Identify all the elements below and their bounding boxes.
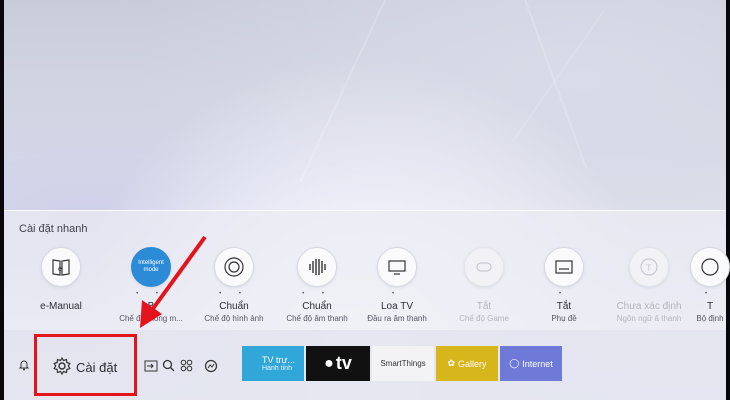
svg-text:e: e [58, 266, 62, 273]
apple-logo-icon: ● [324, 354, 334, 372]
sound-mode-icon [297, 247, 337, 287]
notification-bell-icon[interactable] [18, 358, 30, 376]
tile-apple-tv[interactable]: ● tv [306, 346, 370, 381]
quick-item-audio-language[interactable]: T Chưa xác định Ngôn ngữ â thanh [609, 247, 689, 323]
quick-item-timer[interactable]: • T Bộ định [680, 247, 730, 323]
picture-mode-icon [214, 247, 254, 287]
tv-bezel-right [726, 0, 730, 400]
gallery-icon: ✿ [447, 358, 456, 368]
tile-live-tv[interactable]: TV trự... Hành tinh [242, 346, 304, 381]
svg-text:T: T [646, 263, 652, 273]
source-icon[interactable] [144, 359, 158, 377]
timer-icon [690, 247, 730, 287]
red-arrow-annotation [140, 235, 207, 328]
quick-settings-panel: Cài đặt nhanh e e-Manual Intelligent mod… [4, 210, 730, 331]
quick-item-sound-mode[interactable]: • • Chuẩn Chế độ âm thanh [277, 247, 357, 323]
quick-item-game-mode[interactable]: Tắt Chế độ Game [444, 247, 524, 323]
quick-item-tv-speaker[interactable]: • Loa TV Đầu ra âm thanh [357, 247, 437, 323]
audio-language-icon: T [629, 247, 669, 287]
ambient-mode-icon[interactable] [204, 359, 218, 378]
tile-gallery[interactable]: ✿ Gallery [436, 346, 498, 381]
quick-item-e-manual[interactable]: e e-Manual [21, 247, 101, 314]
quick-settings-title: Cài đặt nhanh [19, 223, 88, 235]
tile-smartthings[interactable]: SmartThings [372, 346, 434, 381]
tile-internet[interactable]: ◯ Internet [500, 346, 562, 381]
quick-item-caption[interactable]: • Tắt Phụ đề [524, 247, 604, 323]
caption-icon [544, 247, 584, 287]
tv-speaker-icon [377, 247, 417, 287]
game-mode-icon [464, 247, 504, 287]
e-manual-icon: e [41, 247, 81, 287]
settings-highlight-box [34, 334, 137, 396]
apps-icon[interactable] [180, 359, 193, 377]
search-icon[interactable] [162, 359, 175, 377]
internet-globe-icon: ◯ [509, 358, 520, 368]
